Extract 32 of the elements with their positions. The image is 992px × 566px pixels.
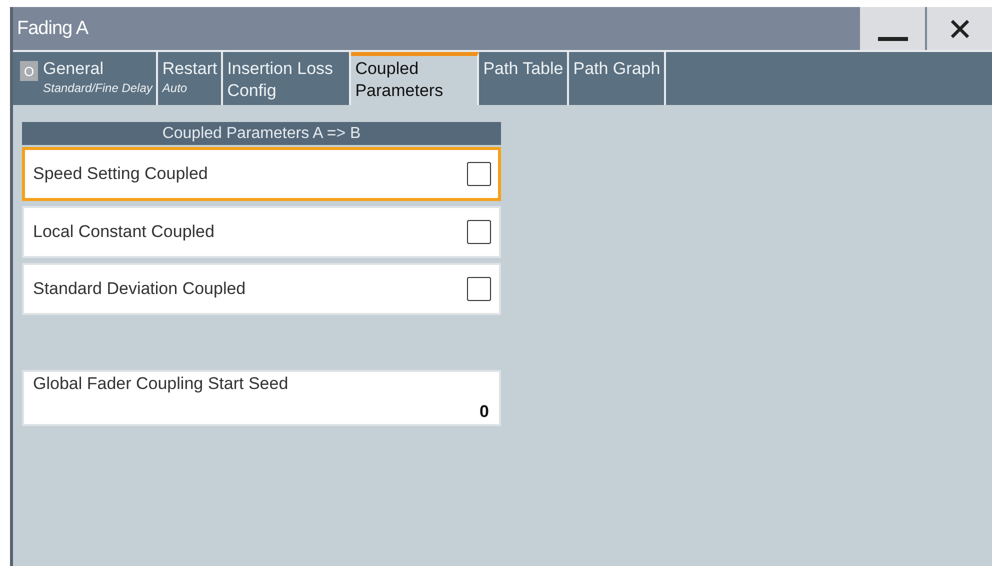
- tab-subtitle: Standard/Fine Delay: [43, 80, 152, 96]
- tab[interactable]: Coupled Parameters: [351, 52, 480, 105]
- tab-label: Coupled Parameters: [355, 58, 444, 102]
- row-label: Speed Setting Coupled: [33, 164, 208, 184]
- tab[interactable]: Path Table: [479, 52, 570, 105]
- section-header: Coupled Parameters A => B: [22, 122, 501, 145]
- checkbox[interactable]: [467, 220, 491, 244]
- tab-subtitle: Auto: [162, 80, 188, 96]
- tab-label: Restart: [162, 58, 218, 80]
- close-icon: [950, 18, 970, 38]
- checkbox-row[interactable]: Local Constant Coupled: [22, 206, 501, 258]
- checkbox[interactable]: [467, 162, 491, 186]
- row-label: Local Constant Coupled: [33, 222, 214, 242]
- tab[interactable]: O General Standard/Fine Delay: [16, 52, 158, 105]
- checkbox[interactable]: [467, 277, 491, 301]
- window-title: Fading A: [16, 18, 88, 40]
- state-indicator: O: [20, 61, 38, 81]
- tab[interactable]: Restart Auto: [158, 52, 224, 105]
- row-label: Standard Deviation Coupled: [33, 279, 246, 299]
- checkbox-row[interactable]: Standard Deviation Coupled: [22, 263, 501, 315]
- tab-label: Path Table: [483, 58, 564, 80]
- minimize-button[interactable]: [860, 7, 925, 50]
- field-value: 0: [480, 402, 489, 422]
- tab-label: Path Graph: [573, 58, 660, 80]
- seed-field[interactable]: Global Fader Coupling Start Seed 0: [22, 370, 501, 426]
- tab[interactable]: Path Graph: [569, 52, 666, 105]
- tab-label: Insertion Loss Config: [227, 58, 334, 102]
- field-label: Global Fader Coupling Start Seed: [33, 374, 290, 394]
- tab-label: General: [43, 58, 104, 80]
- minimize-icon: [878, 36, 908, 42]
- checkbox-row[interactable]: Speed Setting Coupled: [22, 147, 501, 201]
- close-button[interactable]: [927, 7, 992, 50]
